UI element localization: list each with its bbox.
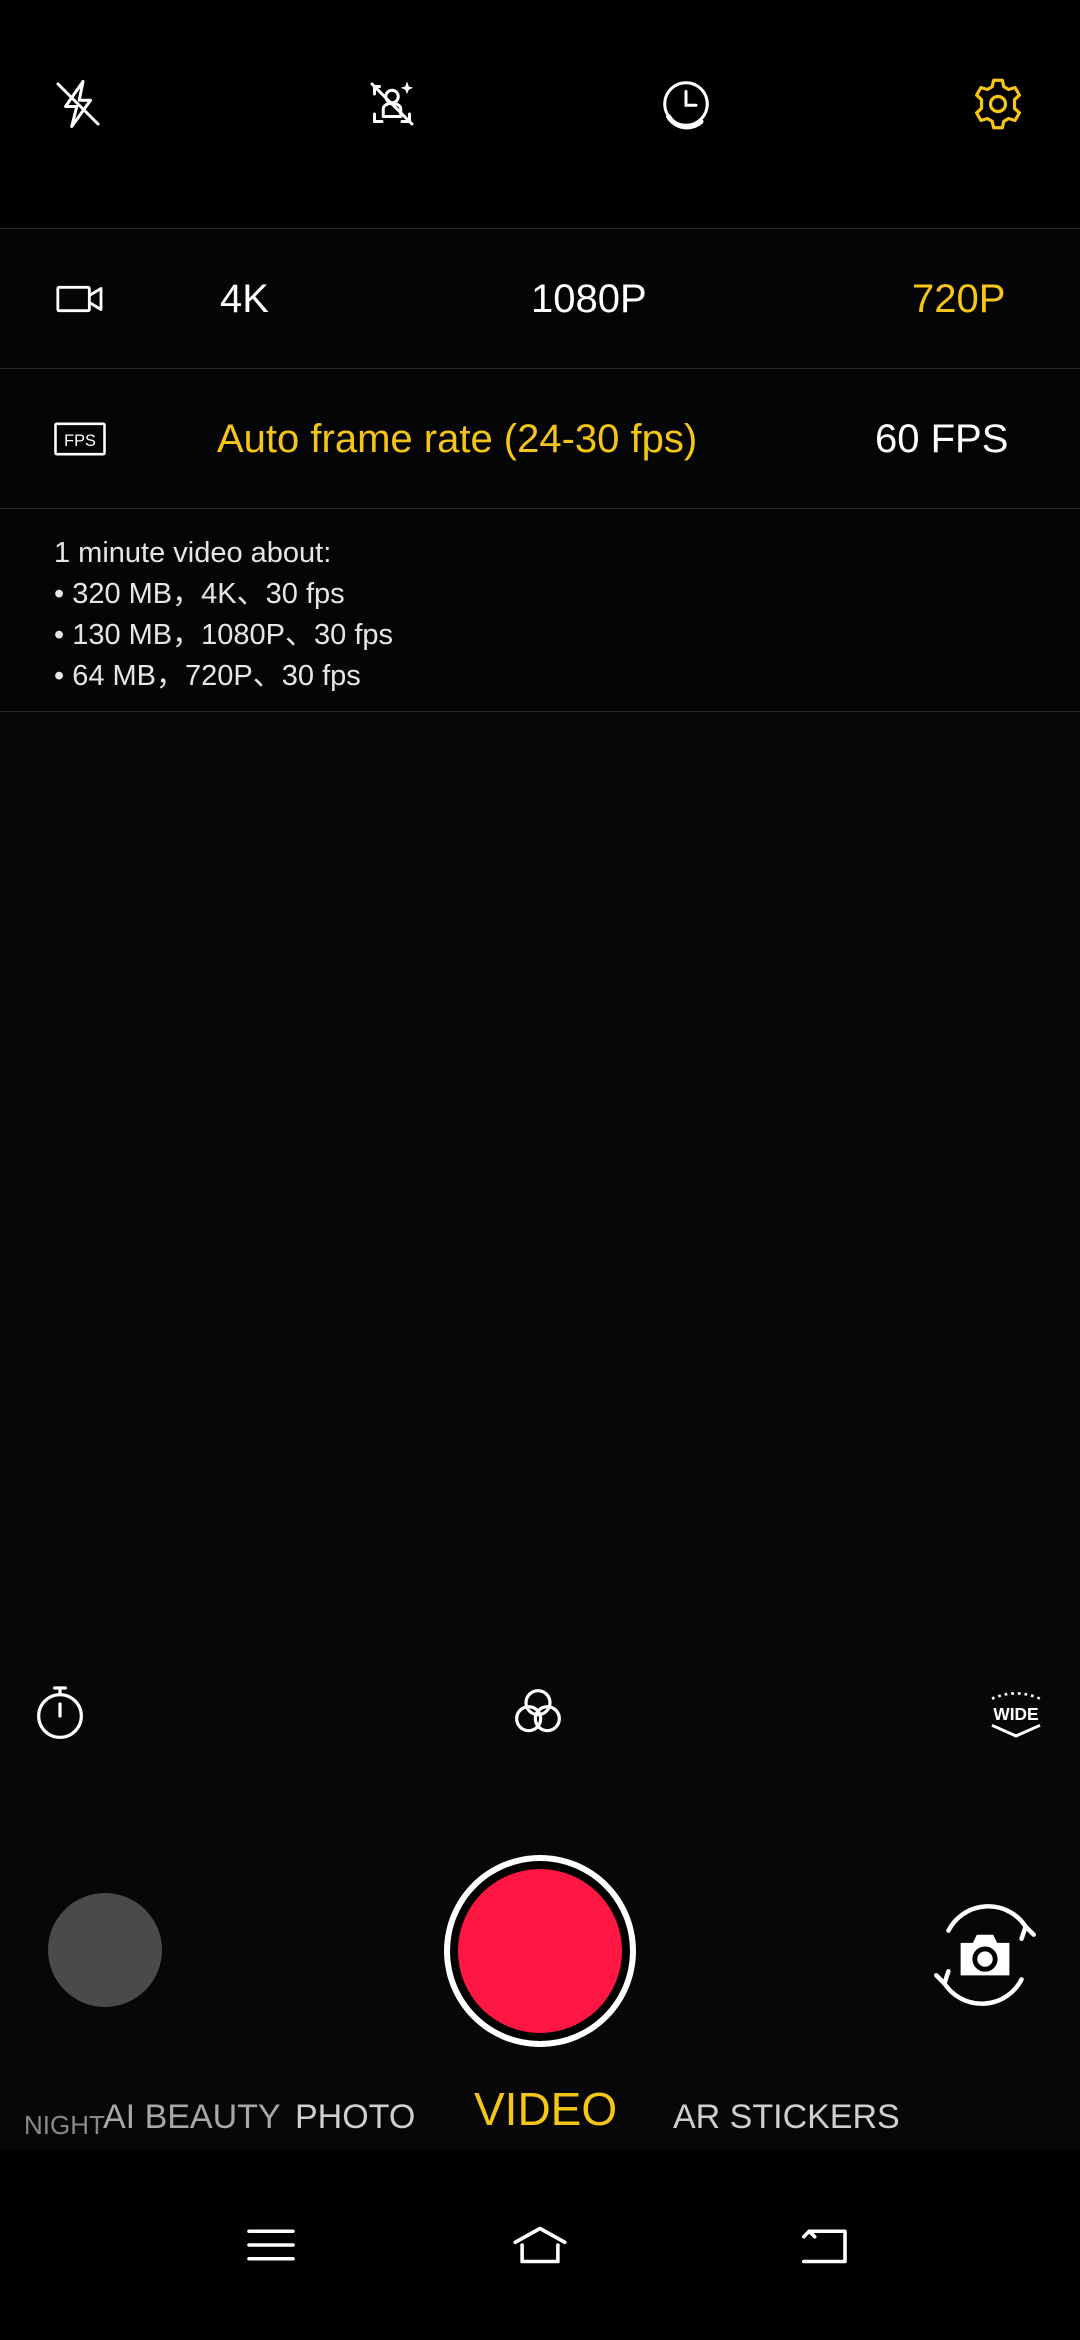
info-line-4k: • 320 MB，4K、30 fps <box>54 578 345 610</box>
menu-icon[interactable] <box>226 2200 316 2290</box>
resolution-option-1080p[interactable]: 1080P <box>531 273 647 325</box>
back-icon[interactable] <box>778 2200 868 2290</box>
viewfinder[interactable] <box>0 711 1080 1651</box>
info-text: 1 minute video about: • 320 MB，4K、30 fps… <box>54 533 393 697</box>
mode-photo[interactable]: PHOTO <box>295 2092 415 2142</box>
resolution-option-4k[interactable]: 4K <box>220 273 269 325</box>
ai-scene-off-icon[interactable] <box>360 72 424 136</box>
fps-icon-text: FPS <box>64 432 96 450</box>
info-heading: 1 minute video about: <box>54 537 332 569</box>
settings-gear-icon[interactable] <box>966 72 1030 136</box>
frame-rate-row: FPS Auto frame rate (24-30 fps) 60 FPS <box>0 368 1080 509</box>
camera-mode-strip[interactable]: NIGHT AI BEAUTY PHOTO VIDEO AR STICKERS <box>0 2080 1080 2158</box>
record-button[interactable] <box>444 1855 636 2047</box>
resolution-row: 4K 1080P 720P <box>0 228 1080 369</box>
frame-rate-option-auto[interactable]: Auto frame rate (24-30 fps) <box>217 413 697 465</box>
info-line-1080p: • 130 MB，1080P、30 fps <box>54 619 394 651</box>
wide-angle-icon[interactable]: WIDE <box>980 1676 1052 1748</box>
top-toolbar <box>0 0 1080 228</box>
info-line-720p: • 64 MB，720P、30 fps <box>54 660 361 692</box>
fps-icon: FPS <box>50 409 110 469</box>
gallery-thumbnail[interactable] <box>48 1893 162 2007</box>
wide-angle-label: WIDE <box>993 1704 1038 1724</box>
filters-icon[interactable] <box>502 1676 574 1748</box>
frame-rate-option-60fps[interactable]: 60 FPS <box>875 413 1008 465</box>
timer-clock-icon[interactable] <box>654 72 718 136</box>
mode-ai-beauty[interactable]: AI BEAUTY <box>103 2092 281 2142</box>
mode-ar-stickers[interactable]: AR STICKERS <box>673 2092 900 2142</box>
home-icon[interactable] <box>495 2200 585 2290</box>
flash-off-icon[interactable] <box>46 72 110 136</box>
stopwatch-icon[interactable] <box>24 1676 96 1748</box>
camera-screen: 4K 1080P 720P FPS Auto frame rate (24-30… <box>0 0 1080 2340</box>
resolution-option-720p[interactable]: 720P <box>912 273 1005 325</box>
mode-video[interactable]: VIDEO <box>474 2084 617 2134</box>
switch-camera-icon[interactable] <box>920 1890 1050 2020</box>
video-camera-icon <box>50 269 110 329</box>
mode-night[interactable]: NIGHT <box>24 2100 105 2150</box>
video-size-info: 1 minute video about: • 320 MB，4K、30 fps… <box>0 508 1080 712</box>
system-nav-bar <box>0 2150 1080 2340</box>
